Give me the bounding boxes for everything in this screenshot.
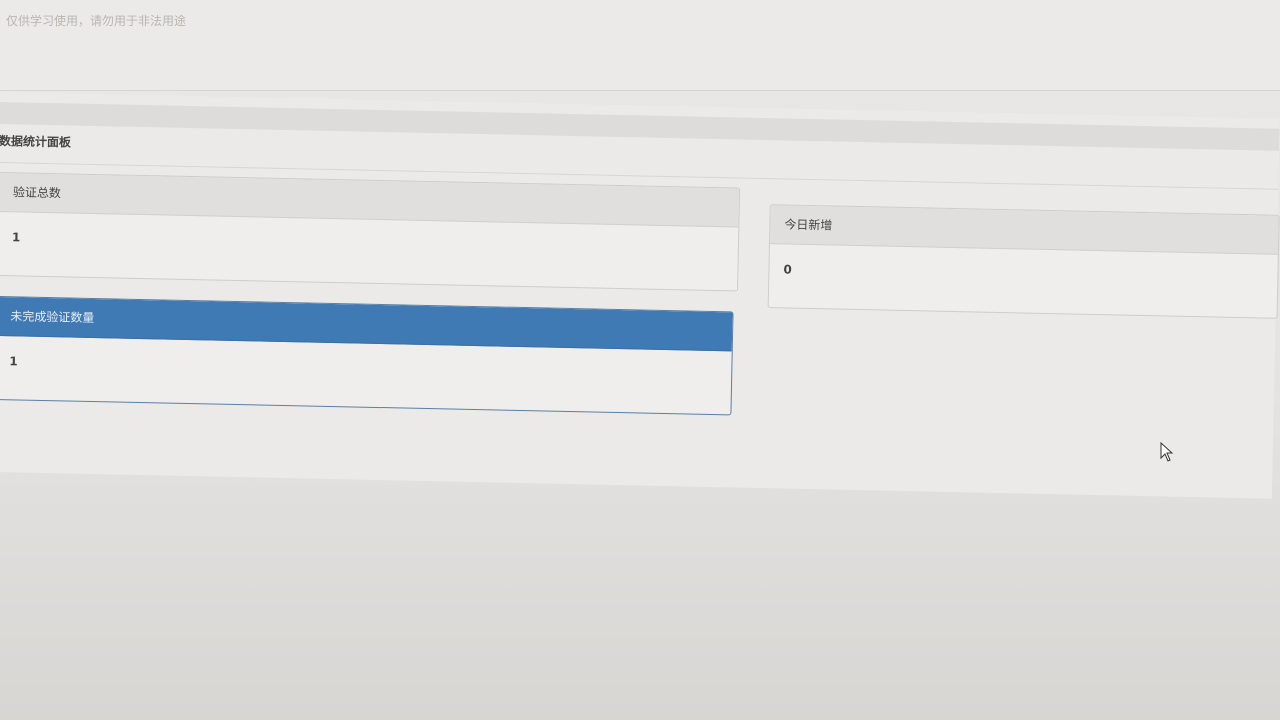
disclaimer-text: 仅供学习使用，请勿用于非法用途: [6, 14, 187, 28]
mouse-pointer-icon: [1160, 442, 1174, 462]
dashboard-title: 数据统计面板: [0, 133, 72, 150]
panel-incomplete: 未完成验证数量 1: [0, 295, 734, 416]
panel-today-value: 0: [783, 262, 792, 277]
top-strip: 仅供学习使用，请勿用于非法用途: [0, 0, 1280, 91]
panel-total: 验证总数 1: [0, 171, 741, 292]
dashboard-content: 数据统计面板 验证总数 1 今日新增 0 未完成验证数量 1: [0, 92, 1280, 499]
screen: 仅供学习使用，请勿用于非法用途 数据统计面板 验证总数 1 今日新增 0 未完成…: [0, 0, 1280, 720]
section-bar: [0, 101, 1280, 151]
panel-today: 今日新增 0: [767, 204, 1280, 319]
